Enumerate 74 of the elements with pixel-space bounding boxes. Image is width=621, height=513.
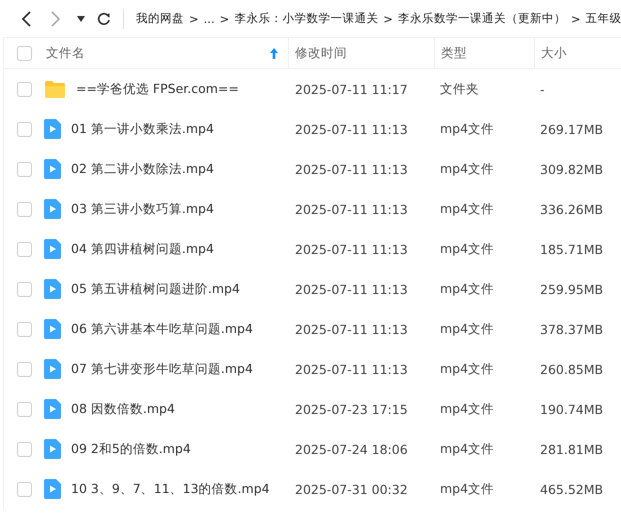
- refresh-icon[interactable]: [97, 12, 111, 26]
- modified-time: 2025-07-11 11:13: [294, 202, 409, 216]
- row-checkbox[interactable]: [16, 202, 32, 216]
- row-checkbox[interactable]: [16, 82, 32, 96]
- file-type: mp4文件: [439, 320, 496, 338]
- file-type: 文件夹: [439, 80, 480, 98]
- modified-time: 2025-07-11 11:13: [294, 362, 409, 376]
- breadcrumb-separator: >: [189, 12, 199, 26]
- breadcrumb-separator: >: [570, 12, 581, 26]
- file-type: mp4文件: [439, 360, 496, 378]
- breadcrumb-link[interactable]: 我的网盘: [136, 11, 184, 26]
- breadcrumb-link[interactable]: 李永乐数学一课通关（更新中）: [398, 11, 566, 26]
- file-name[interactable]: 08 因数倍数.mp4: [71, 400, 175, 418]
- back-icon[interactable]: [19, 10, 33, 28]
- modified-time: 2025-07-31 00:32: [294, 482, 409, 496]
- row-checkbox[interactable]: [16, 402, 32, 416]
- column-header[interactable]: 文件名: [42, 38, 288, 68]
- file-type: mp4文件: [439, 160, 496, 178]
- row-checkbox[interactable]: [16, 242, 32, 256]
- row-checkbox[interactable]: [16, 442, 32, 456]
- row-checkbox[interactable]: [16, 322, 32, 336]
- file-name[interactable]: 02 第二讲小数除法.mp4: [71, 160, 214, 178]
- file-size: 260.85MB: [539, 362, 604, 376]
- file-size: 185.71MB: [539, 242, 604, 256]
- file-size: 281.81MB: [539, 442, 604, 456]
- file-type: mp4文件: [439, 200, 496, 218]
- modified-time: 2025-07-11 11:13: [294, 282, 409, 296]
- modified-time: 2025-07-24 18:06: [294, 442, 409, 456]
- file-size: 378.37MB: [539, 322, 604, 336]
- breadcrumb-link[interactable]: 五年级: [586, 11, 621, 26]
- file-type: mp4文件: [439, 480, 496, 498]
- file-size: -: [539, 82, 546, 96]
- sort-arrow-icon: [270, 48, 278, 58]
- modified-time: 2025-07-11 11:13: [294, 322, 409, 336]
- dropdown-icon[interactable]: [77, 16, 85, 22]
- file-name[interactable]: 01 第一讲小数乘法.mp4: [71, 120, 214, 138]
- breadcrumb-separator: >: [383, 12, 393, 26]
- file-name[interactable]: 10 3、9、7、11、13的倍数.mp4: [71, 480, 270, 498]
- row-checkbox[interactable]: [16, 282, 32, 296]
- breadcrumb-separator: >: [220, 12, 230, 26]
- breadcrumb-link[interactable]: ...: [204, 12, 215, 26]
- file-name[interactable]: 05 第五讲植树问题进阶.mp4: [71, 280, 240, 298]
- file-name[interactable]: 09 2和5的倍数.mp4: [71, 440, 191, 458]
- modified-time: 2025-07-11 11:13: [294, 162, 409, 176]
- modified-time: 2025-07-23 17:15: [294, 402, 409, 416]
- file-size: 269.17MB: [539, 122, 604, 136]
- modified-time: 2025-07-11 11:13: [294, 242, 409, 256]
- file-name[interactable]: 07 第七讲变形牛吃草问题.mp4: [71, 360, 253, 378]
- file-size: 336.26MB: [539, 202, 604, 216]
- file-name[interactable]: 03 第三讲小数巧算.mp4: [71, 200, 214, 218]
- modified-time: 2025-07-11 11:17: [294, 82, 409, 96]
- column-header[interactable]: 大小: [534, 38, 620, 68]
- row-checkbox[interactable]: [16, 122, 32, 136]
- column-header[interactable]: 修改时间: [288, 38, 434, 68]
- file-size: 465.52MB: [539, 482, 604, 496]
- file-type: mp4文件: [439, 440, 496, 458]
- breadcrumb-link[interactable]: 李永乐：小学数学一课通关: [234, 11, 378, 26]
- row-checkbox[interactable]: [16, 482, 32, 496]
- select-all-checkbox[interactable]: [16, 46, 32, 60]
- row-checkbox[interactable]: [16, 162, 32, 176]
- row-checkbox[interactable]: [16, 362, 32, 376]
- file-type: mp4文件: [439, 400, 496, 418]
- file-name[interactable]: 04 第四讲植树问题.mp4: [71, 240, 214, 258]
- file-name[interactable]: ==学爸优选 FPSer.com==: [76, 80, 239, 98]
- file-type: mp4文件: [439, 120, 496, 138]
- file-type: mp4文件: [439, 280, 496, 298]
- modified-time: 2025-07-11 11:13: [294, 122, 409, 136]
- file-size: 190.74MB: [539, 402, 604, 416]
- column-header[interactable]: 类型: [434, 38, 534, 68]
- file-type: mp4文件: [439, 240, 496, 258]
- file-name[interactable]: 06 第六讲基本牛吃草问题.mp4: [71, 320, 253, 338]
- file-size: 309.82MB: [539, 162, 604, 176]
- file-size: 259.95MB: [539, 282, 604, 296]
- forward-icon[interactable]: [49, 10, 63, 28]
